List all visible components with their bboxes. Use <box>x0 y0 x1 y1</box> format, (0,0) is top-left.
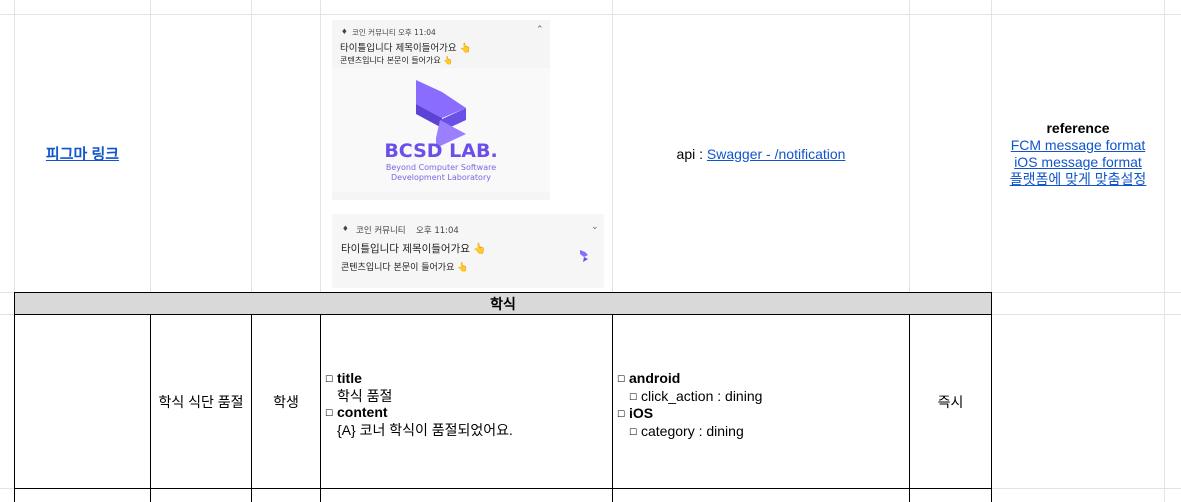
notification-time: 오후 11:04 <box>398 28 436 37</box>
figma-link[interactable]: 피그마 링크 <box>46 143 119 164</box>
notification-title: 타이틀입니다 제목이들어가요 👆 <box>340 43 472 54</box>
notification-title: 타이틀입니다 제목이들어가요 👆 <box>341 243 487 255</box>
ios-format-link[interactable]: iOS message format <box>1014 154 1142 171</box>
logo-subtitle-2: Development Laboratory <box>391 173 491 182</box>
android-key: android <box>629 370 681 386</box>
notification-content: 콘텐츠입니다 본문이 들어가요 👆 <box>341 263 469 273</box>
notification-type-cell: 학식 식단 품절 <box>151 315 251 488</box>
checkbox-icon: ☐ <box>325 374 334 384</box>
notification-content: 콘텐츠입니다 본문이 들어가요 👆 <box>340 56 454 65</box>
app-name: 코인 커뮤니티 <box>352 28 396 37</box>
platform-spec: ☐ android ☐ click_action : dining ☐ iOS ☐ ca… <box>617 370 762 440</box>
checkbox-icon: ☐ <box>617 409 626 419</box>
reference-cell: reference FCM message format iOS message… <box>992 15 1164 292</box>
chevron-down-icon: ⌄ <box>591 222 599 232</box>
bcsd-logo-image: BCSD LAB. Beyond Computer Software Devel… <box>332 68 550 192</box>
title-key: title <box>337 370 362 386</box>
api-cell: api : Swagger - /notification <box>613 15 909 292</box>
fcm-format-link[interactable]: FCM message format <box>1011 137 1146 154</box>
notification-type: 학식 식단 품절 <box>158 393 244 410</box>
message-spec: ☐ title 학식 품절 ☐ content {A} 코너 학식이 품절되었어요. <box>325 370 513 438</box>
app-name: 코인 커뮤니티 <box>356 226 406 236</box>
app-icon: ♦ <box>341 27 348 36</box>
title-value: 학식 품절 <box>337 387 393 404</box>
checkbox-icon: ☐ <box>629 426 638 437</box>
ios-key: iOS <box>629 405 654 421</box>
reference-heading: reference <box>1046 119 1110 136</box>
app-thumbnail-icon <box>580 250 588 262</box>
api-prefix: api : <box>676 145 707 162</box>
target-cell: 학생 <box>252 315 320 488</box>
checkbox-icon: ☐ <box>629 391 638 402</box>
content-value: {A} 코너 학식이 품절되었어요. <box>337 421 513 438</box>
notification-time: 오후 11:04 <box>416 226 459 236</box>
logo-title: BCSD LAB. <box>384 140 498 162</box>
app-icon: ♦ <box>342 224 349 233</box>
timing-cell: 즉시 <box>910 315 991 488</box>
figma-cell: 피그마 링크 <box>15 15 150 292</box>
swagger-link[interactable]: Swagger - /notification <box>707 146 846 162</box>
content-key: content <box>337 404 388 420</box>
android-value: click_action : dining <box>641 387 763 404</box>
notification-preview-collapsed: ♦ 코인 커뮤니티 오후 11:04 ⌃ 타이틀입니다 제목이들어가요 👆 콘텐… <box>332 20 550 200</box>
section-title: 학식 <box>490 295 516 312</box>
chevron-up-icon: ⌃ <box>536 25 544 35</box>
checkbox-icon: ☐ <box>325 408 334 418</box>
section-header: 학식 <box>15 293 991 314</box>
platform-custom-link[interactable]: 플랫폼에 맞게 맞춤설정 <box>1010 171 1147 188</box>
ios-value: category : dining <box>641 422 744 439</box>
notification-preview-expanded: ♦ 코인 커뮤니티 오후 11:04 ⌄ 타이틀입니다 제목이들어가요 👆 콘텐… <box>332 214 604 288</box>
target-audience: 학생 <box>273 393 299 410</box>
checkbox-icon: ☐ <box>617 374 626 384</box>
logo-subtitle-1: Beyond Computer Software <box>385 163 497 172</box>
send-timing: 즉시 <box>937 393 964 410</box>
